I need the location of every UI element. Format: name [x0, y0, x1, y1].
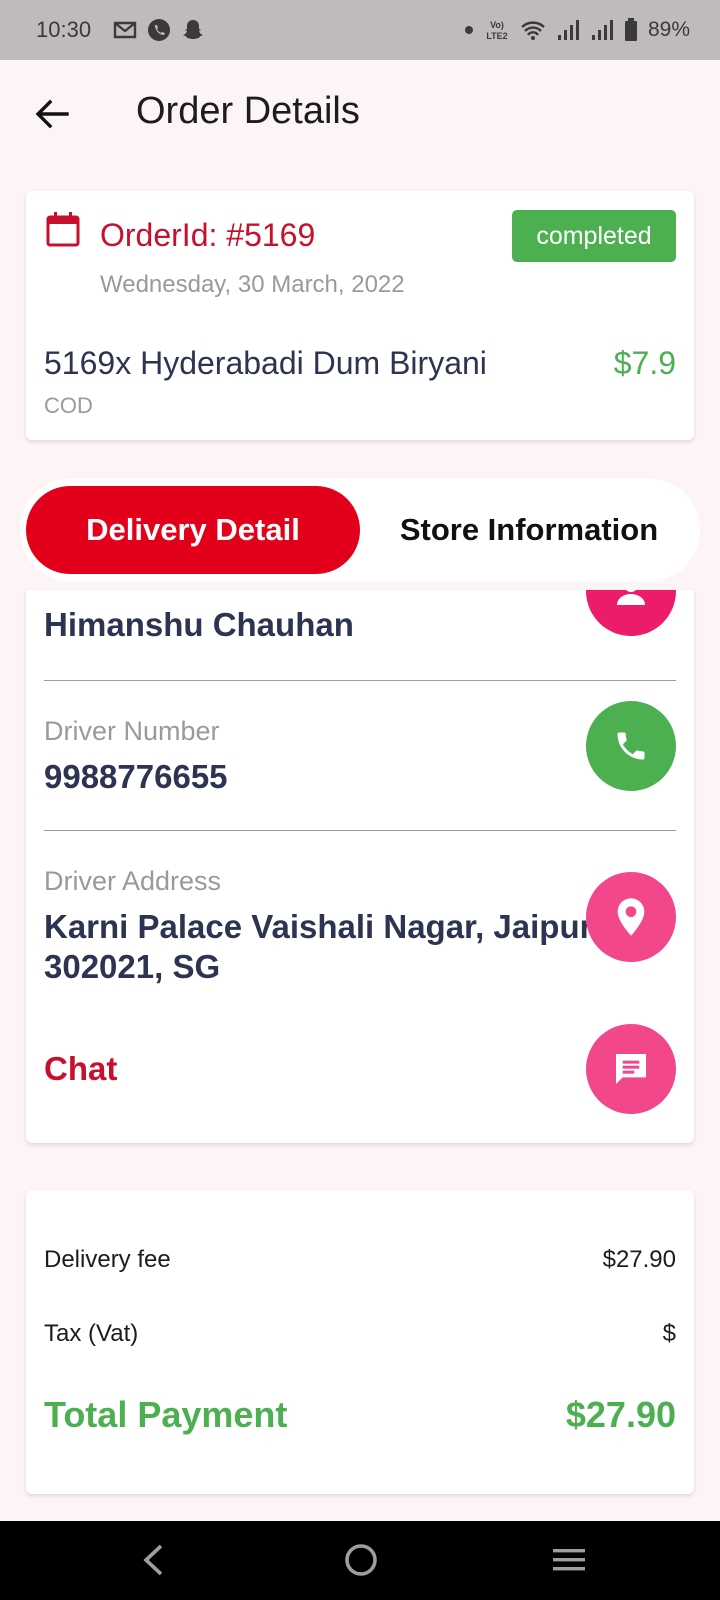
person-icon: [617, 590, 645, 605]
arrow-left-icon: [35, 99, 69, 129]
tax-label: Tax (Vat): [44, 1320, 139, 1347]
gmail-icon: [113, 20, 137, 40]
chevron-left-icon: [143, 1544, 163, 1576]
driver-location-button[interactable]: [586, 872, 676, 962]
tab-delivery-detail[interactable]: Delivery Detail: [26, 486, 360, 574]
tab-store-information[interactable]: Store Information: [364, 486, 694, 574]
signal-icon: [590, 19, 614, 41]
order-id: OrderId: #5169: [100, 217, 316, 253]
total-label: Total Payment: [44, 1394, 288, 1435]
system-nav-bar: [0, 1521, 720, 1600]
driver-profile-button[interactable]: [586, 590, 676, 636]
divider: [44, 680, 676, 681]
order-date: Wednesday, 30 March, 2022: [100, 271, 405, 298]
battery-icon: [624, 18, 638, 42]
driver-address-line1: Karni Palace Vaishali Nagar, Jaipur: [44, 908, 593, 945]
page-title: Order Details: [136, 90, 360, 132]
total-value: $27.90: [565, 1394, 676, 1435]
snapchat-icon: [181, 18, 205, 42]
delivery-fee-row: Delivery fee $27.90: [44, 1246, 676, 1274]
location-pin-icon: [617, 898, 645, 936]
volte-icon: Vo) LTE2: [484, 17, 510, 43]
payment-method: COD: [44, 393, 93, 418]
divider: [44, 830, 676, 831]
nav-back-button[interactable]: [128, 1537, 178, 1583]
delivery-detail-card: Himanshu Chauhan Driver Number 998877665…: [26, 590, 694, 1143]
svg-text:LTE2: LTE2: [486, 31, 507, 41]
order-item-price: $7.9: [613, 345, 676, 381]
svg-text:Vo): Vo): [490, 20, 504, 30]
delivery-fee-value: $27.90: [602, 1246, 676, 1273]
nav-home-button[interactable]: [336, 1537, 386, 1583]
status-badge: completed: [512, 210, 676, 262]
tax-value: $: [662, 1320, 676, 1347]
wifi-icon: [520, 19, 546, 41]
payment-summary-card: Delivery fee $27.90 Tax (Vat) $ Total Pa…: [26, 1190, 694, 1494]
calendar-icon: [46, 211, 80, 252]
dot-icon: [464, 25, 474, 35]
driver-address-label: Driver Address: [44, 866, 222, 896]
chat-label[interactable]: Chat: [44, 1050, 117, 1088]
detail-tabs: Delivery Detail Store Information: [20, 478, 700, 582]
driver-name: Himanshu Chauhan: [44, 606, 354, 643]
status-bar: 10:30 Vo) LTE2 89%: [0, 0, 720, 60]
phone-icon: [617, 732, 645, 760]
order-item-name: 5169x Hyderabadi Dum Biryani: [44, 345, 487, 381]
call-driver-button[interactable]: [586, 701, 676, 791]
driver-number-label: Driver Number: [44, 716, 220, 746]
phone-icon: [147, 18, 171, 42]
nav-recents-button[interactable]: [544, 1537, 594, 1583]
home-circle-icon: [345, 1544, 377, 1576]
total-row: Total Payment $27.90: [44, 1394, 676, 1436]
order-card[interactable]: OrderId: #5169 Wednesday, 30 March, 2022…: [26, 191, 694, 440]
driver-address-line2: 302021, SG: [44, 948, 221, 985]
battery-percent: 89%: [647, 18, 690, 41]
driver-number: 9988776655: [44, 758, 228, 795]
menu-lines-icon: [553, 1549, 585, 1571]
signal-icon: [556, 19, 580, 41]
status-time: 10:30: [36, 17, 92, 42]
app-bar: Order Details: [0, 60, 720, 168]
chat-button[interactable]: [586, 1024, 676, 1114]
chat-icon: [616, 1054, 646, 1084]
back-button[interactable]: [30, 92, 74, 136]
tax-row: Tax (Vat) $: [44, 1320, 676, 1348]
delivery-fee-label: Delivery fee: [44, 1246, 171, 1273]
